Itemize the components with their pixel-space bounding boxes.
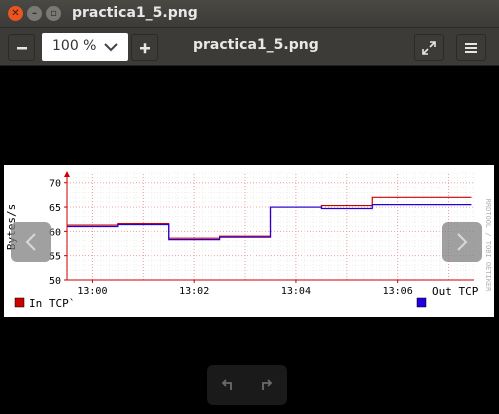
y-axis-arrow bbox=[64, 171, 70, 177]
undo-icon bbox=[221, 379, 232, 390]
chart-series bbox=[67, 196, 472, 241]
redo-icon bbox=[262, 379, 273, 390]
hamburger-menu-icon bbox=[465, 42, 477, 53]
undo-button[interactable] bbox=[207, 365, 247, 405]
side-watermark: RRDTOOL / TOBI OETIKER bbox=[484, 199, 492, 293]
zoom-out-button[interactable] bbox=[8, 34, 35, 61]
y-tick-label: 70 bbox=[49, 179, 61, 190]
fullscreen-icon bbox=[422, 40, 436, 55]
legend-out-tcp-swatch bbox=[416, 297, 427, 308]
displayed-image: 5055606570 13:0013:0213:0413:06 Bytes/s … bbox=[4, 165, 494, 317]
fullscreen-button[interactable] bbox=[414, 34, 444, 61]
legend-in-tcp-swatch bbox=[14, 297, 25, 308]
chevron-down-icon[interactable] bbox=[104, 42, 118, 52]
plus-icon bbox=[139, 42, 150, 53]
y-tick-label: 65 bbox=[49, 203, 61, 214]
series-line-0 bbox=[67, 196, 472, 239]
menu-button[interactable] bbox=[456, 34, 486, 61]
chevron-left-icon bbox=[25, 233, 36, 251]
zoom-combo[interactable]: 100 % bbox=[42, 33, 128, 61]
zoom-value: 100 % bbox=[52, 38, 97, 54]
undo-redo-bar bbox=[207, 365, 287, 405]
minimize-window-button[interactable]: – bbox=[27, 6, 42, 21]
x-tick-label: 13:06 bbox=[383, 286, 413, 297]
maximize-window-button[interactable]: ▫ bbox=[46, 6, 61, 21]
x-tick-label: 13:00 bbox=[77, 286, 107, 297]
legend-out-tcp-label: Out TCP bbox=[432, 285, 479, 298]
legend-in-tcp-label: In TCP` bbox=[29, 297, 75, 310]
title-bar: ✕ – ▫ practica1_5.png bbox=[0, 0, 499, 28]
x-tick-label: 13:02 bbox=[179, 286, 209, 297]
document-title: practica1_5.png bbox=[193, 37, 319, 53]
y-tick-label: 50 bbox=[49, 276, 61, 287]
window-title: practica1_5.png bbox=[72, 5, 198, 21]
next-image-button[interactable] bbox=[442, 222, 482, 262]
chevron-right-icon bbox=[457, 233, 468, 251]
toolbar: 100 % practica1_5.png bbox=[0, 28, 499, 66]
redo-button[interactable] bbox=[247, 365, 287, 405]
zoom-in-button[interactable] bbox=[131, 34, 158, 61]
minus-icon bbox=[16, 46, 27, 49]
rrd-chart: 5055606570 13:0013:0213:0413:06 Bytes/s … bbox=[5, 171, 492, 310]
previous-image-button[interactable] bbox=[11, 222, 51, 262]
close-window-button[interactable]: ✕ bbox=[8, 6, 23, 21]
x-tick-label: 13:04 bbox=[281, 286, 311, 297]
